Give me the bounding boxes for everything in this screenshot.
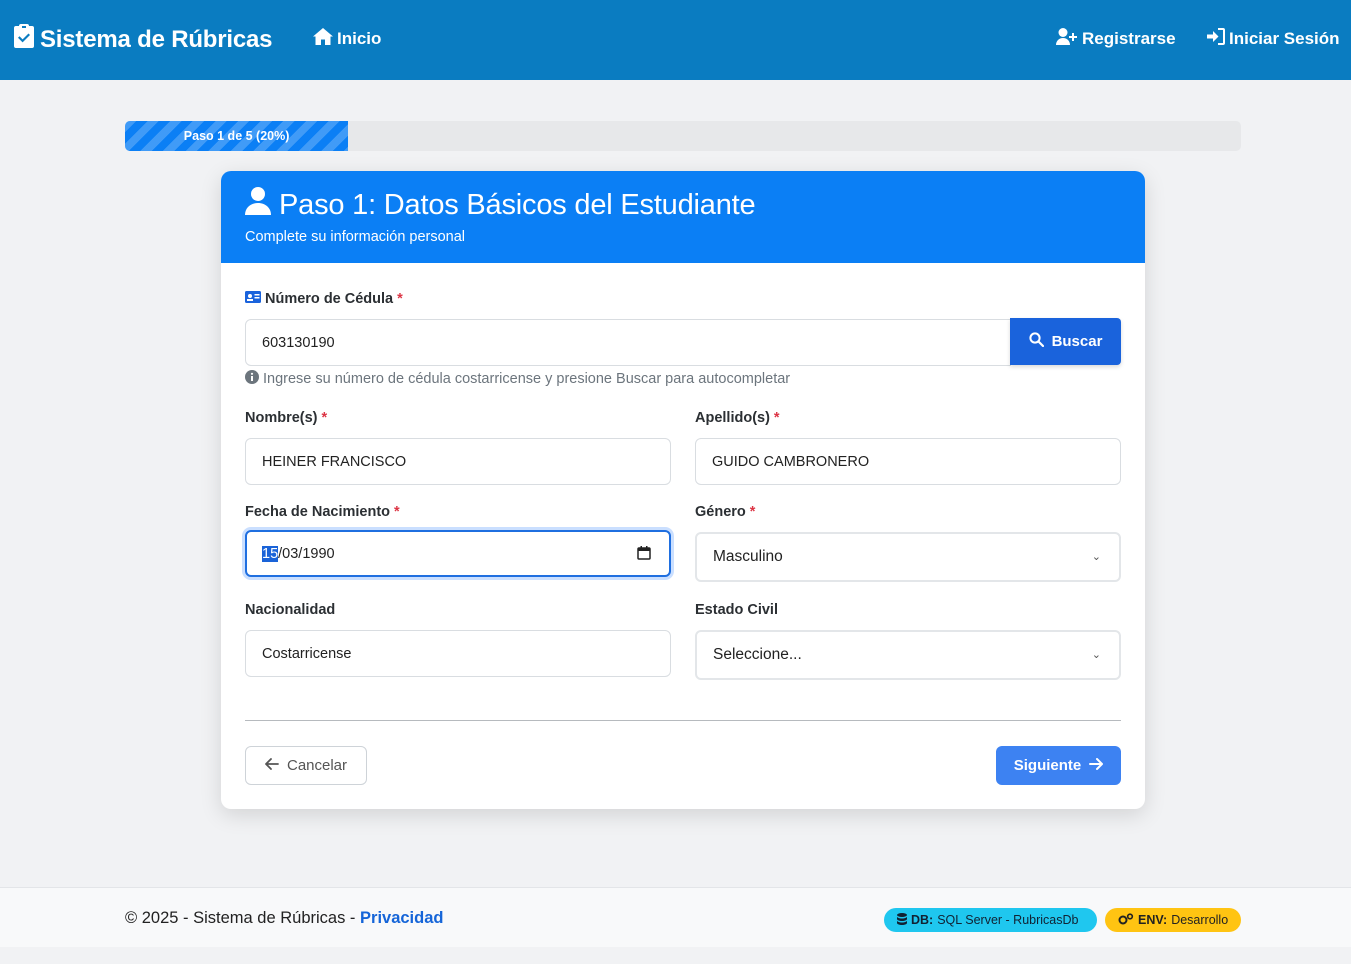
next-button-label: Siguiente bbox=[1013, 757, 1082, 774]
arrow-right-icon bbox=[1089, 757, 1104, 774]
next-button[interactable]: Siguiente bbox=[996, 746, 1121, 785]
home-icon bbox=[313, 28, 333, 50]
env-badge: ENV: Desarrollo bbox=[1105, 908, 1241, 932]
cedula-label: Número de Cédula * bbox=[245, 291, 403, 307]
apellido-value: GUIDO CAMBRONERO bbox=[712, 453, 870, 470]
cedula-value: 603130190 bbox=[262, 334, 335, 351]
nombre-input[interactable]: HEINER FRANCISCO bbox=[245, 438, 671, 485]
chevron-down-icon: ⌄ bbox=[1091, 551, 1101, 563]
database-icon bbox=[897, 912, 907, 928]
arrow-left-icon bbox=[265, 757, 279, 774]
nacionalidad-value: Costarricense bbox=[262, 645, 352, 662]
fecha-input[interactable]: 15/03/1990 bbox=[245, 530, 671, 577]
copyright-text: © 2025 - Sistema de Rúbricas - bbox=[125, 909, 361, 927]
clipboard-check-icon bbox=[14, 24, 34, 55]
estado-civil-label: Estado Civil bbox=[695, 602, 778, 618]
required-mark: * bbox=[397, 291, 403, 307]
cedula-help: Ingrese su número de cédula costarricens… bbox=[245, 370, 790, 388]
id-card-icon bbox=[245, 291, 261, 307]
user-icon bbox=[245, 187, 271, 223]
apellido-label-text: Apellido(s) bbox=[695, 410, 770, 426]
brand-link[interactable]: Sistema de Rúbricas bbox=[14, 24, 273, 55]
card-header: Paso 1: Datos Básicos del Estudiante Com… bbox=[221, 171, 1145, 263]
cedula-help-text: Ingrese su número de cédula costarricens… bbox=[263, 371, 791, 387]
cancel-button-label: Cancelar bbox=[286, 757, 348, 774]
genero-value: Masculino bbox=[713, 548, 783, 565]
nav-home-link[interactable]: Inicio bbox=[313, 28, 381, 50]
privacy-link[interactable]: Privacidad bbox=[360, 909, 443, 927]
user-plus-icon bbox=[1056, 28, 1078, 50]
card-title-text: Paso 1: Datos Básicos del Estudiante bbox=[279, 188, 756, 221]
search-icon bbox=[1028, 332, 1044, 351]
nacionalidad-label: Nacionalidad bbox=[245, 602, 335, 618]
nombre-value: HEINER FRANCISCO bbox=[262, 453, 407, 470]
top-navbar: Sistema de Rúbricas Inicio Registrarse I… bbox=[0, 0, 1351, 80]
brand-text: Sistema de Rúbricas bbox=[40, 25, 273, 53]
form-divider bbox=[245, 720, 1121, 721]
cogs-icon bbox=[1118, 912, 1134, 928]
nacionalidad-input[interactable]: Costarricense bbox=[245, 630, 671, 677]
nav-register-label: Registrarse bbox=[1082, 29, 1176, 48]
nav-login-label: Iniciar Sesión bbox=[1229, 29, 1340, 48]
genero-label-text: Género bbox=[695, 504, 746, 520]
estado-civil-label-text: Estado Civil bbox=[695, 602, 778, 618]
nav-login-link[interactable]: Iniciar Sesión bbox=[1207, 28, 1340, 50]
cedula-input[interactable]: 603130190 bbox=[245, 319, 1011, 366]
nacionalidad-label-text: Nacionalidad bbox=[245, 602, 336, 618]
search-button-label: Buscar bbox=[1051, 333, 1103, 350]
progress-bar-fill: Paso 1 de 5 (20%) bbox=[125, 121, 349, 151]
db-badge-label: DB: bbox=[911, 913, 934, 927]
card-title: Paso 1: Datos Básicos del Estudiante bbox=[245, 187, 1121, 223]
required-mark: * bbox=[321, 410, 328, 426]
apellido-input[interactable]: GUIDO CAMBRONERO bbox=[695, 438, 1121, 485]
nombre-label-text: Nombre(s) bbox=[245, 410, 318, 426]
footer-copyright: © 2025 - Sistema de Rúbricas - Privacida… bbox=[125, 909, 443, 928]
db-badge: DB: SQL Server - RubricasDb bbox=[884, 908, 1097, 932]
apellido-label: Apellido(s) * bbox=[695, 410, 780, 426]
card-subtitle: Complete su información personal bbox=[245, 229, 466, 245]
info-circle-icon bbox=[245, 370, 259, 388]
env-badge-value: Desarrollo bbox=[1171, 913, 1229, 927]
sign-in-icon bbox=[1207, 28, 1225, 50]
cedula-label-text: Número de Cédula bbox=[265, 291, 394, 307]
required-mark: * bbox=[773, 410, 780, 426]
estado-civil-value: Seleccione... bbox=[713, 646, 802, 663]
db-badge-value: SQL Server - RubricasDb bbox=[937, 913, 1079, 927]
search-button[interactable]: Buscar bbox=[1010, 318, 1121, 365]
page-footer: © 2025 - Sistema de Rúbricas - Privacida… bbox=[0, 887, 1351, 947]
fecha-rest: /03/1990 bbox=[278, 545, 335, 562]
step-card: Paso 1: Datos Básicos del Estudiante Com… bbox=[221, 171, 1145, 809]
nav-register-link[interactable]: Registrarse bbox=[1056, 28, 1176, 50]
wizard-progress: Paso 1 de 5 (20%) bbox=[125, 121, 1241, 151]
nombre-label: Nombre(s) * bbox=[245, 410, 327, 426]
genero-label: Género * bbox=[695, 504, 755, 520]
required-mark: * bbox=[749, 504, 756, 520]
chevron-down-icon: ⌄ bbox=[1091, 649, 1101, 661]
genero-select[interactable]: Masculino ⌄ bbox=[695, 532, 1121, 582]
calendar-icon[interactable] bbox=[637, 546, 651, 564]
fecha-label: Fecha de Nacimiento * bbox=[245, 504, 400, 520]
fecha-day-segment[interactable]: 15 bbox=[262, 545, 279, 562]
nav-home-label: Inicio bbox=[337, 29, 382, 48]
fecha-label-text: Fecha de Nacimiento bbox=[245, 504, 391, 520]
progress-label: Paso 1 de 5 (20%) bbox=[183, 129, 290, 143]
cancel-button[interactable]: Cancelar bbox=[245, 746, 367, 785]
required-mark: * bbox=[394, 504, 400, 520]
estado-civil-select[interactable]: Seleccione... ⌄ bbox=[695, 630, 1121, 680]
env-badge-label: ENV: bbox=[1138, 913, 1168, 927]
